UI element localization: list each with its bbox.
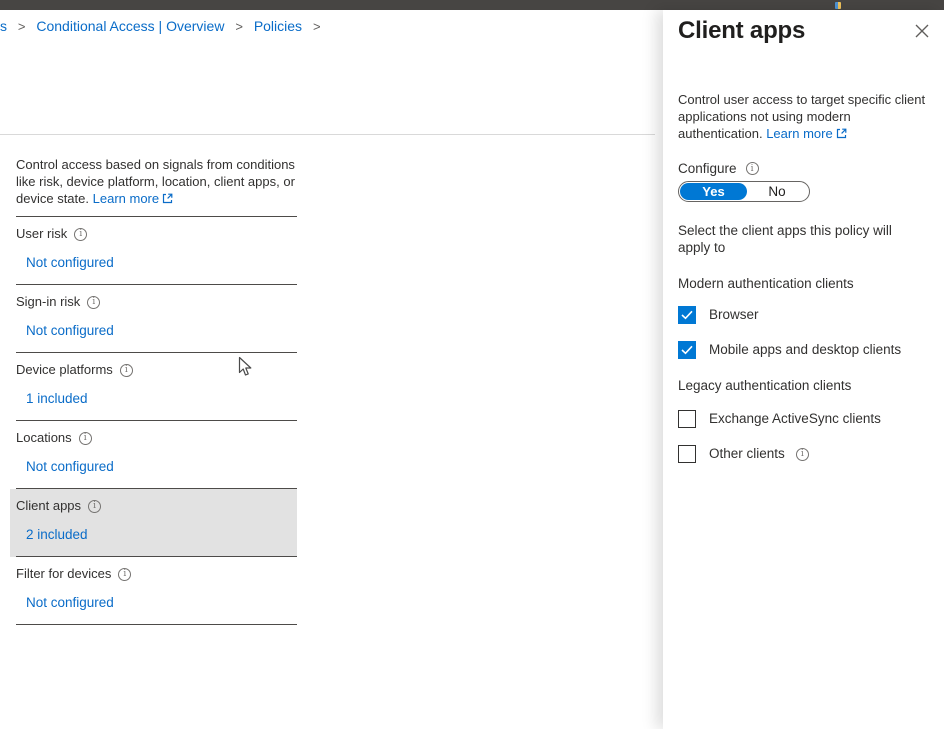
breadcrumb-item-policies[interactable]: Policies (254, 18, 302, 34)
external-link-icon (162, 193, 173, 204)
topbar-icon-fragment (835, 2, 841, 9)
close-button[interactable] (914, 23, 930, 39)
group-label-legacy-auth: Legacy authentication clients (678, 378, 851, 393)
chevron-right-icon: > (18, 19, 26, 34)
info-icon[interactable]: i (796, 448, 809, 461)
checkbox-row-other-clients[interactable]: Other clients i (678, 445, 809, 463)
condition-value-link[interactable]: 2 included (26, 527, 88, 542)
checkbox-row-mobile-apps[interactable]: Mobile apps and desktop clients (678, 341, 901, 359)
info-icon[interactable]: i (74, 228, 87, 241)
select-prompt: Select the client apps this policy will … (678, 222, 923, 256)
chevron-right-icon: > (313, 19, 321, 34)
condition-label: Device platforms (16, 362, 113, 378)
condition-row-filter-for-devices[interactable]: Filter for devices i Not configured (16, 557, 297, 625)
condition-label: Client apps (16, 498, 81, 514)
panel-description: Control user access to target specific c… (678, 91, 936, 142)
learn-more-link[interactable]: Learn more (766, 126, 846, 141)
condition-row-client-apps[interactable]: Client apps i 2 included (16, 489, 297, 557)
info-icon[interactable]: i (118, 568, 131, 581)
info-icon[interactable]: i (87, 296, 100, 309)
info-icon[interactable]: i (746, 162, 759, 175)
group-label-modern-auth: Modern authentication clients (678, 276, 854, 291)
condition-row-user-risk[interactable]: User risk i Not configured (16, 217, 297, 285)
conditions-panel: Control access based on signals from con… (16, 156, 297, 625)
top-bar (0, 0, 944, 10)
toggle-yes-button[interactable]: Yes (680, 183, 747, 200)
breadcrumb-item-truncated[interactable]: s (0, 18, 7, 34)
condition-row-locations[interactable]: Locations i Not configured (16, 421, 297, 489)
panel-title: Client apps (678, 17, 805, 45)
main-content: s > Conditional Access | Overview > Poli… (0, 10, 655, 729)
header-divider (0, 134, 655, 135)
condition-row-device-platforms[interactable]: Device platforms i 1 included (16, 353, 297, 421)
checkbox-label: Other clients (709, 445, 785, 463)
chevron-right-icon: > (235, 19, 243, 34)
condition-label: Sign-in risk (16, 294, 80, 310)
info-icon[interactable]: i (88, 500, 101, 513)
checkbox-label: Mobile apps and desktop clients (709, 341, 901, 359)
checkbox-row-browser[interactable]: Browser (678, 306, 759, 324)
configure-toggle[interactable]: Yes No (678, 181, 810, 202)
configure-label-row: Configure i (678, 161, 759, 176)
checkbox-checked-icon[interactable] (678, 341, 696, 359)
condition-value-link[interactable]: Not configured (26, 459, 114, 474)
checkbox-row-exchange-activesync[interactable]: Exchange ActiveSync clients (678, 410, 881, 428)
close-icon (915, 24, 929, 38)
condition-label: User risk (16, 226, 67, 242)
condition-value-link[interactable]: Not configured (26, 323, 114, 338)
checkbox-unchecked-icon[interactable] (678, 445, 696, 463)
client-apps-panel: Client apps Control user access to targe… (663, 10, 944, 729)
info-icon[interactable]: i (120, 364, 133, 377)
external-link-icon (836, 128, 847, 139)
toggle-no-button[interactable]: No (747, 183, 807, 200)
conditions-intro: Control access based on signals from con… (16, 156, 297, 217)
breadcrumb: s > Conditional Access | Overview > Poli… (0, 17, 328, 36)
checkbox-label: Exchange ActiveSync clients (709, 410, 881, 428)
breadcrumb-item-conditional-access[interactable]: Conditional Access | Overview (36, 18, 224, 34)
condition-value-link[interactable]: Not configured (26, 255, 114, 270)
condition-value-link[interactable]: Not configured (26, 595, 114, 610)
condition-row-sign-in-risk[interactable]: Sign-in risk i Not configured (16, 285, 297, 353)
checkbox-label: Browser (709, 306, 759, 324)
info-icon[interactable]: i (79, 432, 92, 445)
condition-label: Filter for devices (16, 566, 111, 582)
checkbox-unchecked-icon[interactable] (678, 410, 696, 428)
checkbox-checked-icon[interactable] (678, 306, 696, 324)
learn-more-link[interactable]: Learn more (93, 191, 173, 206)
configure-label: Configure (678, 161, 737, 176)
condition-label: Locations (16, 430, 72, 446)
condition-value-link[interactable]: 1 included (26, 391, 88, 406)
